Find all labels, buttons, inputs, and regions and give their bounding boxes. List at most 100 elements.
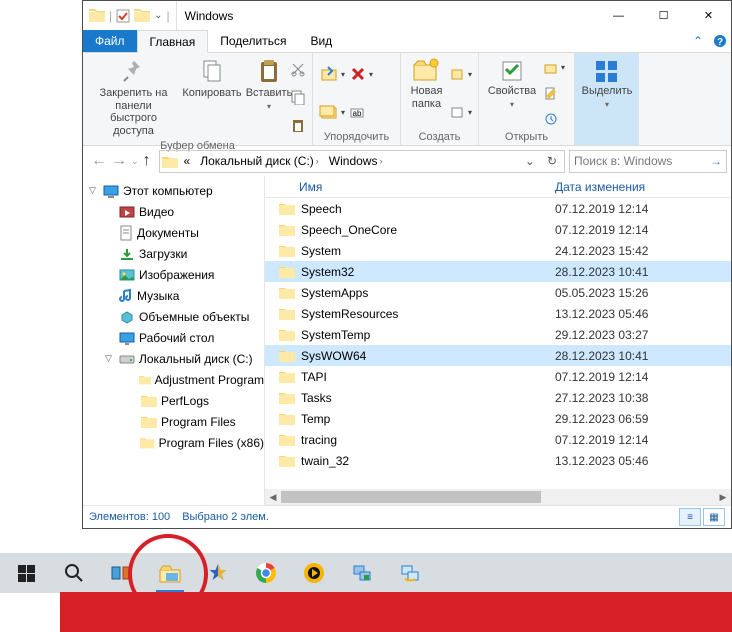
file-row[interactable]: SystemApps05.05.2023 15:26: [265, 282, 731, 303]
qat-overflow-icon[interactable]: ⌄: [154, 10, 162, 21]
crumb-overflow[interactable]: «: [180, 154, 195, 168]
tab-share[interactable]: Поделиться: [208, 30, 298, 52]
file-row[interactable]: Temp29.12.2023 06:59: [265, 408, 731, 429]
taskbar: [0, 553, 732, 593]
pin-button[interactable]: Закрепить на панели быстрого доступа: [87, 55, 180, 140]
search-box[interactable]: Поиск в: Windows →: [569, 150, 727, 173]
search-taskbar-button[interactable]: [50, 553, 98, 593]
tree-item[interactable]: Загрузки: [83, 243, 264, 264]
folder-icon: [89, 9, 105, 22]
forward-button[interactable]: →: [111, 152, 127, 170]
paste-button[interactable]: Вставить ▾: [244, 55, 294, 140]
status-count: Элементов: 100: [89, 511, 170, 523]
copy-icon: [198, 57, 226, 85]
svg-text:?: ?: [717, 37, 723, 48]
taskview-button[interactable]: [98, 553, 146, 593]
file-row[interactable]: tracing07.12.2019 12:14: [265, 429, 731, 450]
tab-home[interactable]: Главная: [137, 30, 209, 53]
folder-icon[interactable]: [134, 9, 150, 22]
checkbox-icon[interactable]: [116, 9, 130, 23]
col-name[interactable]: Имя: [265, 180, 555, 194]
pasteshortcut-small-icon[interactable]: [290, 114, 306, 136]
file-pane: Имя Дата изменения Speech07.12.2019 12:1…: [265, 176, 731, 505]
help-icon[interactable]: ?: [709, 30, 731, 52]
explorer-taskbar-button[interactable]: [146, 553, 194, 593]
open-icon[interactable]: ▾: [543, 57, 565, 79]
newfolder-button[interactable]: Новая папка: [405, 55, 448, 131]
up-button[interactable]: ↑: [143, 152, 151, 170]
easyaccess-icon[interactable]: ▾: [450, 101, 472, 123]
star-app-button[interactable]: [194, 553, 242, 593]
remote-app-button[interactable]: [386, 553, 434, 593]
select-button[interactable]: Выделить ▾: [578, 55, 637, 143]
edit-icon[interactable]: [543, 82, 565, 104]
view-large-icon[interactable]: ▦: [703, 508, 725, 526]
copy-button[interactable]: Копировать: [180, 55, 244, 140]
crumb-folder[interactable]: Windows›: [325, 154, 387, 168]
copyto-icon[interactable]: ▾: [319, 101, 345, 123]
maximize-button[interactable]: ☐: [641, 1, 686, 30]
tab-file[interactable]: Файл: [83, 30, 137, 52]
collapse-ribbon-icon[interactable]: ⌃: [687, 30, 709, 52]
tree-item[interactable]: PerfLogs: [83, 390, 264, 411]
address-row: ← → ⌄ ↑ « Локальный диск (C:)› Windows› …: [83, 146, 731, 176]
tree-item[interactable]: Изображения: [83, 264, 264, 285]
search-go-icon[interactable]: →: [710, 154, 722, 168]
address-bar[interactable]: « Локальный диск (C:)› Windows› ⌄ ↻: [159, 150, 565, 173]
refresh-icon[interactable]: ↻: [542, 154, 562, 168]
tab-view[interactable]: Вид: [298, 30, 344, 52]
minimize-button[interactable]: —: [596, 1, 641, 30]
copypath-small-icon[interactable]: [290, 86, 306, 108]
delete-icon[interactable]: ▾: [349, 63, 373, 85]
qat-divider: |: [109, 9, 112, 23]
newitem-icon[interactable]: ▾: [450, 63, 472, 85]
history-icon[interactable]: [543, 107, 565, 129]
file-row[interactable]: SysWOW6428.12.2023 10:41: [265, 345, 731, 366]
tree-item[interactable]: Program Files (x86): [83, 432, 264, 453]
chrome-button[interactable]: [242, 553, 290, 593]
horizontal-scrollbar[interactable]: ◀▶: [265, 489, 731, 505]
moveto-icon[interactable]: ▾: [319, 63, 345, 85]
aimp-button[interactable]: [290, 553, 338, 593]
file-row[interactable]: Speech_OneCore07.12.2019 12:14: [265, 219, 731, 240]
recent-dropdown[interactable]: ⌄: [131, 156, 139, 167]
tree-item[interactable]: Документы: [83, 222, 264, 243]
tree-item[interactable]: Объемные объекты: [83, 306, 264, 327]
newfolder-icon: [411, 57, 441, 83]
file-row[interactable]: System24.12.2023 15:42: [265, 240, 731, 261]
tree-item[interactable]: Видео: [83, 201, 264, 222]
pin-icon: [120, 57, 148, 85]
tree-item[interactable]: ▽Локальный диск (C:): [83, 348, 264, 369]
cut-small-icon[interactable]: [290, 58, 306, 80]
svg-text:ab: ab: [353, 109, 362, 118]
file-row[interactable]: Speech07.12.2019 12:14: [265, 198, 731, 219]
explorer-window: | ⌄ | Windows — ☐ ✕ Файл Главная Поделит…: [82, 0, 732, 529]
close-button[interactable]: ✕: [686, 1, 731, 30]
network-app-button[interactable]: [338, 553, 386, 593]
tree-item[interactable]: ▽Этот компьютер: [83, 180, 264, 201]
back-button[interactable]: ←: [91, 152, 107, 170]
folder-icon: [162, 155, 178, 168]
file-row[interactable]: TAPI07.12.2019 12:14: [265, 366, 731, 387]
nav-tree[interactable]: ▽Этот компьютерВидеоДокументыЗагрузкиИзо…: [83, 176, 265, 505]
tree-item[interactable]: Рабочий стол: [83, 327, 264, 348]
open-group-label: Открыть: [483, 131, 570, 145]
start-button[interactable]: [2, 553, 50, 593]
tree-item[interactable]: Program Files: [83, 411, 264, 432]
view-details-icon[interactable]: ≡: [679, 508, 701, 526]
statusbar: Элементов: 100 Выбрано 2 элем. ≡ ▦: [83, 505, 731, 528]
file-row[interactable]: twain_3213.12.2023 05:46: [265, 450, 731, 471]
file-list[interactable]: Speech07.12.2019 12:14Speech_OneCore07.1…: [265, 198, 731, 489]
address-dropdown-icon[interactable]: ⌄: [520, 154, 540, 168]
file-row[interactable]: System3228.12.2023 10:41: [265, 261, 731, 282]
properties-button[interactable]: Свойства ▾: [483, 55, 541, 131]
file-row[interactable]: SystemTemp29.12.2023 03:27: [265, 324, 731, 345]
tree-item[interactable]: Adjustment Program: [83, 369, 264, 390]
col-date[interactable]: Дата изменения: [555, 180, 731, 194]
crumb-disk[interactable]: Локальный диск (C:)›: [196, 154, 323, 168]
tree-item[interactable]: Музыка: [83, 285, 264, 306]
file-row[interactable]: Tasks27.12.2023 10:38: [265, 387, 731, 408]
file-row[interactable]: SystemResources13.12.2023 05:46: [265, 303, 731, 324]
rename-icon[interactable]: ab: [349, 101, 373, 123]
annotation-band: [60, 592, 732, 632]
